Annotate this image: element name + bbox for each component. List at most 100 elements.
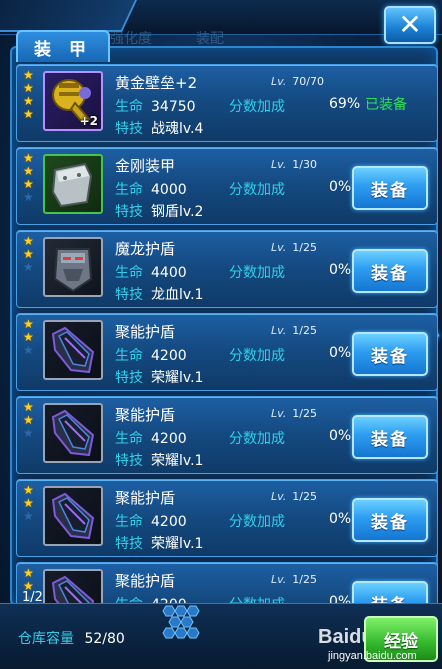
hp-value: 4000 (151, 182, 187, 198)
skill-value: 荣耀lv.1 (151, 453, 204, 469)
star-rating: ★ ★ ★ ★ (23, 152, 37, 204)
hp-value: 4200 (151, 431, 187, 447)
item-name: 聚能护盾 (115, 323, 176, 341)
skill-value: 钢盾lv.2 (151, 204, 204, 220)
equipment-card[interactable]: ★ ★ ★ 魔龙护盾 Lv. 1/25 生命 4400 分数加成 0% 特技 龙血lv.1 装备 (16, 230, 438, 308)
level-tag: Lv. (271, 75, 287, 88)
equipment-card[interactable]: ★ ★ ★ ★ +2 黄金壁垒+2 Lv. 70/70 生命 34750 分数加成 69% 特技 战魂lv… (16, 64, 438, 142)
equip-button-label: 装备 (371, 512, 409, 533)
item-icon-frame[interactable] (43, 320, 103, 380)
score-bonus-value: 0% (329, 345, 352, 361)
score-bonus-label: 分数加成 (229, 182, 285, 198)
star-rating: ★ ★ ★ (23, 235, 37, 274)
experience-button-label: 经验 (384, 631, 418, 652)
level-value: 1/25 (292, 324, 317, 337)
watermark-url: jingyan.baidu.com (328, 650, 417, 662)
equip-button-label: 装备 (371, 180, 409, 201)
item-level: Lv. 1/25 (271, 573, 317, 586)
hp-label: 生命 (115, 182, 143, 198)
skill-label: 特技 (115, 536, 143, 552)
item-icon-frame[interactable] (43, 403, 103, 463)
storage-capacity: 仓库容量 52/80 (18, 628, 125, 648)
skill-value: 荣耀lv.1 (151, 536, 204, 552)
storage-label: 仓库容量 (18, 631, 74, 647)
skill-label: 特技 (115, 121, 143, 137)
hp-label: 生命 (115, 265, 143, 281)
score-bonus-label: 分数加成 (229, 514, 285, 530)
hp-value: 4200 (151, 514, 187, 530)
star-empty-icon: ★ (23, 190, 34, 204)
level-value: 1/30 (292, 158, 317, 171)
skill-value: 龙血lv.1 (151, 287, 204, 303)
level-tag: Lv. (271, 241, 287, 254)
skill-row: 特技荣耀lv.1 (115, 450, 203, 470)
score-bonus-value: 0% (329, 179, 352, 195)
item-name: 金刚装甲 (115, 157, 176, 175)
item-icon-frame[interactable] (43, 486, 103, 546)
skill-label: 特技 (115, 204, 143, 220)
hp-row: 生命 34750 (115, 96, 196, 116)
equipment-card[interactable]: ★★★ 聚能护盾 Lv. 1/25 生命 4200 分数加成 0% 特技荣耀lv.1 装备 (16, 313, 438, 391)
skill-label: 特技 (115, 370, 143, 386)
hp-row: 生命 4000 (115, 179, 187, 199)
item-name: 魔龙护盾 (115, 240, 176, 258)
skill-value: 荣耀lv.1 (151, 370, 204, 386)
hex-grid-icon[interactable] (158, 604, 204, 642)
close-button[interactable]: ✕ (384, 6, 436, 44)
item-level: Lv. 1/25 (271, 407, 317, 420)
level-value: 1/25 (292, 490, 317, 503)
item-level: Lv. 1/25 (271, 324, 317, 337)
star-empty-icon: ★ (23, 509, 34, 523)
item-name: 聚能护盾 (115, 406, 176, 424)
level-value: 1/25 (292, 573, 317, 586)
skill-row: 特技 钢盾lv.2 (115, 201, 203, 221)
item-icon-frame[interactable] (43, 237, 103, 297)
score-bonus-label: 分数加成 (229, 431, 285, 447)
skill-row: 特技荣耀lv.1 (115, 533, 203, 553)
star-empty-icon: ★ (23, 343, 34, 357)
ghost-tab-text: 强化度 (110, 31, 152, 47)
hp-value: 4200 (151, 348, 187, 364)
score-bonus-value: 69% (329, 96, 361, 112)
equip-button[interactable]: 装备 (352, 498, 428, 542)
item-level: Lv. 70/70 (271, 75, 324, 88)
skill-row: 特技荣耀lv.1 (115, 367, 203, 387)
level-value: 70/70 (292, 75, 324, 88)
score-bonus-value: 0% (329, 262, 352, 278)
score-bonus-label: 分数加成 (229, 99, 285, 115)
ghost-tab-text: 装配 (196, 31, 224, 47)
hp-value: 34750 (151, 99, 196, 115)
score-bonus-label: 分数加成 (229, 348, 285, 364)
equipment-card[interactable]: ★★★ 聚能护盾 Lv. 1/25 生命 4200 分数加成 0% 特技荣耀lv.1 装备 (16, 396, 438, 474)
equip-button-label: 装备 (371, 346, 409, 367)
item-icon-frame[interactable] (43, 154, 103, 214)
star-filled-icon: ★ (23, 107, 34, 121)
storage-value: 52/80 (84, 631, 125, 647)
skill-label: 特技 (115, 453, 143, 469)
equipment-card[interactable]: ★★★ 聚能护盾 Lv. 1/25 生命 4200 分数加成 0% 特技荣耀lv.1 装备 (16, 479, 438, 557)
item-level: Lv. 1/25 (271, 241, 317, 254)
level-tag: Lv. (271, 573, 287, 586)
hp-label: 生命 (115, 514, 143, 530)
equip-button[interactable]: 装备 (352, 166, 428, 210)
skill-label: 特技 (115, 287, 143, 303)
item-icon-frame[interactable]: +2 (43, 71, 103, 131)
star-rating: ★ ★ ★ (23, 484, 37, 523)
hp-label: 生命 (115, 99, 143, 115)
equip-button[interactable]: 装备 (352, 249, 428, 293)
equip-button[interactable]: 装备 (352, 332, 428, 376)
level-value: 1/25 (292, 407, 317, 420)
level-tag: Lv. (271, 490, 287, 503)
equip-button-label: 装备 (371, 263, 409, 284)
hp-row: 生命 4200 (115, 511, 187, 531)
score-bonus-label: 分数加成 (229, 265, 285, 281)
equip-button[interactable]: 装备 (352, 415, 428, 459)
tab-armor[interactable]: 装 甲 (16, 30, 110, 62)
item-level: Lv. 1/30 (271, 158, 317, 171)
level-tag: Lv. (271, 158, 287, 171)
hp-row: 生命 4400 (115, 262, 187, 282)
equipment-card[interactable]: ★ ★ ★ ★ 金刚装甲 Lv. 1/30 生命 4000 分数加成 0% 特技 钢盾lv.2 装备 (16, 147, 438, 225)
hp-row: 生命 4200 (115, 345, 187, 365)
star-rating: ★ ★ ★ (23, 401, 37, 440)
skill-row: 特技 战魂lv.4 (115, 118, 203, 138)
